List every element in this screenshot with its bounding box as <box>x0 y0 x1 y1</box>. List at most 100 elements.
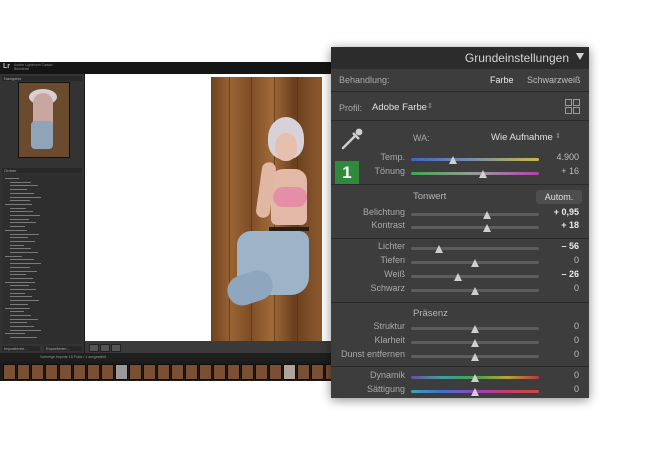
folder-item[interactable] <box>10 211 33 213</box>
folder-item[interactable] <box>10 207 26 209</box>
filmstrip-thumbnail[interactable] <box>227 364 240 380</box>
slider-handle[interactable] <box>482 211 491 219</box>
filmstrip-thumbnail[interactable] <box>199 364 212 380</box>
filmstrip-thumbnail[interactable] <box>241 364 254 380</box>
navigator-preview[interactable] <box>18 82 70 158</box>
folder-item[interactable] <box>10 277 33 279</box>
navigator-header[interactable]: Navigator <box>2 76 82 81</box>
updown-arrows-icon[interactable]: ⇕ <box>427 102 433 110</box>
filmstrip-thumbnail[interactable] <box>31 364 44 380</box>
slider-value[interactable]: + 16 <box>539 166 579 176</box>
profile-browser-grid-icon[interactable] <box>565 99 580 114</box>
treatment-color-option[interactable]: Farbe <box>490 75 514 85</box>
slider-value[interactable]: 0 <box>539 349 579 359</box>
slider-track[interactable] <box>411 213 539 216</box>
updown-arrows-icon[interactable]: ⇕ <box>555 132 561 140</box>
folder-item[interactable] <box>10 329 41 331</box>
slider-handle[interactable] <box>471 374 479 382</box>
basic-panel-header[interactable]: Grundeinstellungen <box>331 47 589 69</box>
folder-item[interactable] <box>10 303 28 305</box>
folder-item[interactable] <box>5 203 32 205</box>
folder-item[interactable] <box>5 229 27 231</box>
import-button[interactable]: Importieren... <box>2 346 40 351</box>
filmstrip-thumbnail[interactable] <box>311 364 324 380</box>
folder-item[interactable] <box>10 300 39 302</box>
filmstrip-thumbnail[interactable] <box>87 364 100 380</box>
slider-handle[interactable] <box>471 259 479 267</box>
slider-value[interactable]: 4.900 <box>539 152 579 162</box>
slider-handle[interactable] <box>471 287 479 295</box>
slider-value[interactable]: 0 <box>539 255 579 265</box>
folder-item[interactable] <box>10 266 30 268</box>
slider-handle[interactable] <box>471 388 479 396</box>
filmstrip-thumbnail[interactable] <box>171 364 184 380</box>
filmstrip-thumbnail[interactable] <box>101 364 114 380</box>
folder-item[interactable] <box>10 240 35 242</box>
slider-handle[interactable] <box>478 170 487 178</box>
compare-view-icon[interactable] <box>111 344 121 352</box>
folder-item[interactable] <box>10 237 28 239</box>
folder-item[interactable] <box>10 215 40 216</box>
profile-dropdown[interactable]: Adobe Farbe <box>372 102 427 113</box>
folder-item[interactable] <box>10 259 34 261</box>
slider-value[interactable]: + 18 <box>539 220 579 230</box>
folders-header[interactable]: Ordner <box>2 168 82 173</box>
slider-value[interactable]: 0 <box>539 384 579 394</box>
folder-item[interactable] <box>10 322 27 324</box>
treatment-bw-option[interactable]: Schwarzweiß <box>527 75 581 85</box>
folder-item[interactable] <box>5 281 35 283</box>
slider-handle[interactable] <box>471 353 479 361</box>
filmstrip-thumbnail[interactable] <box>3 364 16 380</box>
slider-value[interactable]: 0 <box>539 321 579 331</box>
folder-item[interactable] <box>10 270 37 272</box>
filmstrip-thumbnail[interactable] <box>255 364 268 380</box>
slider-handle[interactable] <box>471 325 479 333</box>
slider-handle[interactable] <box>471 339 479 347</box>
slider-handle[interactable] <box>454 273 463 281</box>
folder-item[interactable] <box>5 307 30 309</box>
folder-item[interactable] <box>10 314 31 316</box>
filmstrip-thumbnail[interactable] <box>115 364 128 380</box>
collapse-triangle-icon[interactable] <box>576 53 584 60</box>
slider-track[interactable] <box>411 247 539 250</box>
slider-value[interactable]: 0 <box>539 283 579 293</box>
filmstrip[interactable] <box>0 361 345 381</box>
grid-view-icon[interactable] <box>89 344 99 352</box>
eyedropper-icon[interactable] <box>340 127 364 151</box>
folder-item[interactable] <box>5 333 25 335</box>
photo-canvas[interactable] <box>85 74 331 341</box>
folder-item[interactable] <box>10 189 27 191</box>
slider-handle[interactable] <box>482 224 491 232</box>
folder-item[interactable] <box>10 252 38 253</box>
export-button[interactable]: Exportieren... <box>44 346 82 351</box>
folder-item[interactable] <box>10 181 31 183</box>
slider-track[interactable] <box>411 226 539 229</box>
folder-item[interactable] <box>5 178 19 179</box>
slider-handle[interactable] <box>435 245 444 253</box>
filmstrip-thumbnail[interactable] <box>157 364 170 380</box>
slider-value[interactable]: – 56 <box>539 241 579 251</box>
wb-dropdown[interactable]: Wie Aufnahme <box>491 132 553 143</box>
filmstrip-thumbnail[interactable] <box>213 364 226 380</box>
slider-handle[interactable] <box>449 156 458 164</box>
slider-value[interactable]: 0 <box>539 335 579 345</box>
folder-item[interactable] <box>10 289 36 290</box>
filmstrip-thumbnail[interactable] <box>59 364 72 380</box>
folder-item[interactable] <box>10 311 24 313</box>
folder-item[interactable] <box>10 274 26 276</box>
slider-value[interactable]: + 0,95 <box>539 207 579 217</box>
folder-item[interactable] <box>10 326 34 327</box>
slider-track[interactable] <box>411 275 539 278</box>
folder-item[interactable] <box>10 337 37 339</box>
folder-item[interactable] <box>10 263 41 265</box>
filmstrip-thumbnail[interactable] <box>269 364 282 380</box>
folder-item[interactable] <box>10 192 34 194</box>
filmstrip-thumbnail[interactable] <box>297 364 310 380</box>
slider-value[interactable]: – 26 <box>539 269 579 279</box>
folder-item[interactable] <box>10 196 41 198</box>
filmstrip-thumbnail[interactable] <box>73 364 86 380</box>
folder-item[interactable] <box>5 255 22 257</box>
folder-item[interactable] <box>10 292 25 294</box>
slider-track[interactable] <box>411 172 539 175</box>
filmstrip-thumbnail[interactable] <box>185 364 198 380</box>
